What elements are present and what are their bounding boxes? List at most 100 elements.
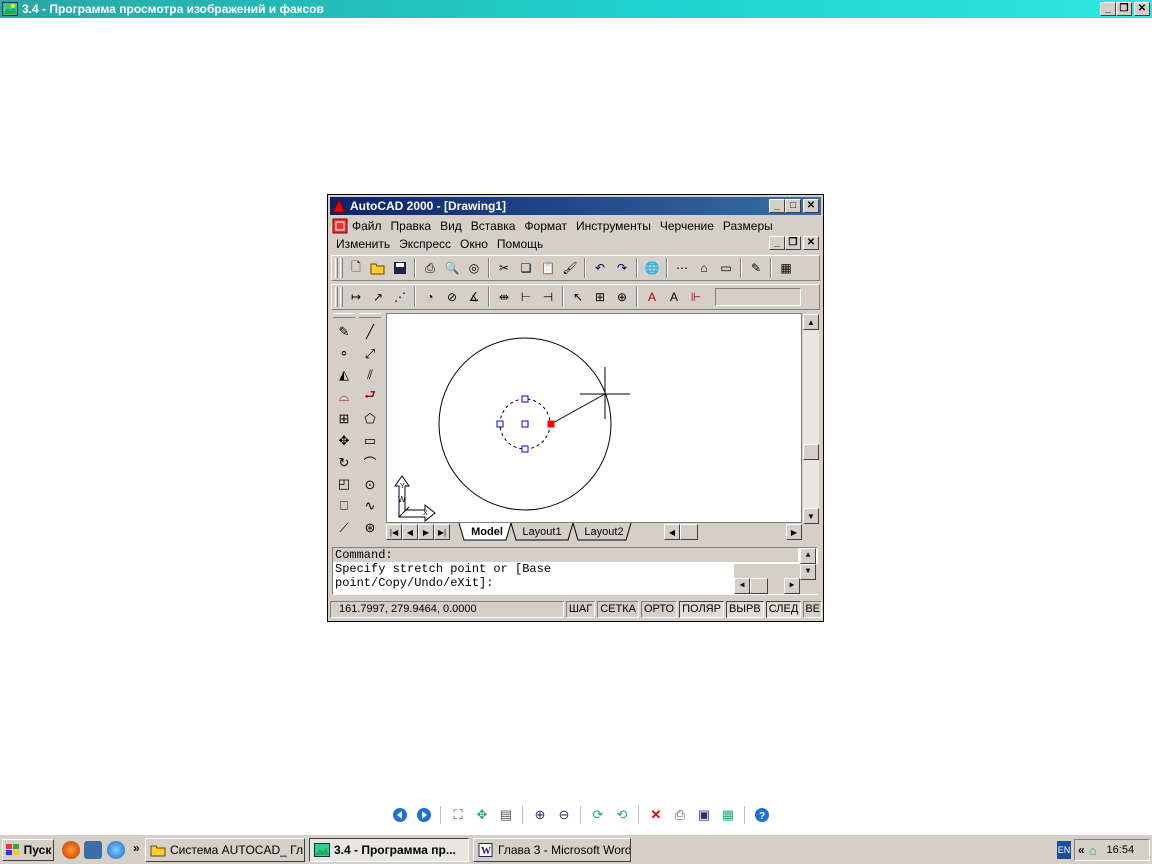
continue-dim-icon[interactable]: ⊣ [537,287,559,307]
prev-image-icon[interactable] [388,804,412,826]
restore-button[interactable]: ❐ [1116,2,1132,16]
cmd-hscroll-thumb[interactable] [750,578,768,594]
dim-edit-icon[interactable]: A [641,287,663,307]
print-preview-icon[interactable]: 🔍 [441,258,463,278]
undo-icon[interactable]: ↶ [589,258,611,278]
acad-minimize-button[interactable]: _ [769,199,785,213]
match-properties-icon[interactable]: 🖌 [559,258,581,278]
help-icon[interactable]: ? [750,804,774,826]
properties-icon[interactable]: ✎ [745,258,767,278]
move-icon[interactable]: ✥ [333,430,355,452]
hscroll-left-button[interactable]: ◀ [664,524,680,540]
save-icon[interactable]: ▣ [692,804,716,826]
doc-restore-button[interactable]: ❐ [785,236,801,250]
radius-dim-icon[interactable]: ◔ [419,287,441,307]
print-icon[interactable]: ⎙ [419,258,441,278]
rectangle-icon[interactable]: ▭ [359,430,381,452]
drawing-canvas[interactable]: Y W X ▲ ▼ [386,313,819,524]
clock[interactable]: 16:54 [1107,844,1135,856]
named-views-icon[interactable]: ⌂ [693,258,715,278]
arc-icon[interactable]: ⌒ [359,452,381,474]
open-icon[interactable] [367,258,389,278]
copy-icon[interactable]: ❏ [515,258,537,278]
line-icon[interactable]: ╱ [359,321,381,343]
grip-center[interactable] [521,420,529,428]
rotate-icon[interactable]: ↻ [333,452,355,474]
tab-layout1[interactable]: Layout1 [514,523,570,540]
delete-icon[interactable]: ✕ [644,804,668,826]
web-icon[interactable]: 🌐 [641,258,663,278]
distance-icon[interactable]: ▭ [715,258,737,278]
ortho-toggle[interactable]: ОРТО [640,600,678,618]
baseline-dim-icon[interactable]: ⊢ [515,287,537,307]
tab-layout2[interactable]: Layout2 [576,523,632,540]
mirror-icon[interactable]: ◭ [333,364,355,386]
tab-model[interactable]: Model [464,523,510,540]
grip-top[interactable] [521,395,529,403]
polyline-icon[interactable]: ⫽ [359,364,381,386]
next-image-icon[interactable] [412,804,436,826]
menu-edit[interactable]: Правка [391,219,432,233]
cmd-scroll-up[interactable]: ▲ [800,548,816,564]
osnap-toggle[interactable]: ВЫРВ [725,600,764,618]
menu-modify[interactable]: Изменить [336,237,390,251]
scroll-up-button[interactable]: ▲ [803,314,819,330]
rotate-ccw-icon[interactable]: ⟲ [610,804,634,826]
quicklaunch-chevron[interactable]: » [133,841,140,855]
menu-dimension[interactable]: Размеры [723,219,773,233]
dim-text-edit-icon[interactable]: A [663,287,685,307]
offset-icon[interactable]: ⌓ [333,386,355,408]
pentagon-icon[interactable]: ⬠ [359,408,381,430]
leader-icon[interactable]: ↖ [567,287,589,307]
task-image-viewer[interactable]: 3.4 - Программа пр... [309,838,469,862]
zoom-out-icon[interactable]: ⊖ [552,804,576,826]
acad-close-button[interactable]: ✕ [803,199,819,213]
scroll-thumb[interactable] [803,444,819,460]
lwt-toggle[interactable]: ВЕ [803,600,822,618]
vertical-scrollbar[interactable]: ▲ ▼ [803,314,819,524]
scroll-down-button[interactable]: ▼ [803,508,819,524]
cmd-hscroll-right[interactable]: ▶ [784,578,800,594]
edit-icon[interactable]: ▦ [716,804,740,826]
close-button[interactable]: ✕ [1134,2,1150,16]
next-tab-button[interactable]: ▶ [418,524,434,540]
rotate-cw-icon[interactable]: ⟳ [586,804,610,826]
menu-express[interactable]: Экспресс [399,237,451,251]
snap-toggle[interactable]: ШАГ [565,600,596,618]
menu-view[interactable]: Вид [440,219,462,233]
polygon-icon[interactable]: ⮐ [359,386,381,408]
first-tab-button[interactable]: |◀ [386,524,402,540]
prev-tab-button[interactable]: ◀ [402,524,418,540]
menu-draw[interactable]: Черчение [660,219,714,233]
cmd-scroll-down[interactable]: ▼ [800,564,816,580]
task-word[interactable]: W Глава 3 - Microsoft Word [473,838,631,862]
grip-hot[interactable] [547,420,555,428]
design-center-icon[interactable]: ▦ [775,258,797,278]
angular-dim-icon[interactable]: ∡ [463,287,485,307]
construction-line-icon[interactable]: ⤢ [359,343,381,365]
linear-dim-icon[interactable]: ↦ [345,287,367,307]
polar-toggle[interactable]: ПОЛЯР [679,600,724,618]
task-autocad-folder[interactable]: Система AUTOCAD_ Гл... [145,838,305,862]
best-fit-icon[interactable]: ⛶ [446,804,470,826]
hscroll-thumb[interactable] [680,524,698,540]
lengthen-icon[interactable]: ⟋ [333,517,355,539]
actual-size-icon[interactable]: ✥ [470,804,494,826]
quick-dim-icon[interactable]: ⇹ [493,287,515,307]
tray-expand-chevron[interactable]: « [1078,843,1085,857]
erase-icon[interactable]: ✎ [333,321,355,343]
spline-icon[interactable]: ∿ [359,495,381,517]
language-indicator[interactable]: EN [1057,841,1071,859]
ordinate-dim-icon[interactable]: ⋰ [389,287,411,307]
otrack-toggle[interactable]: СЛЕД [765,600,802,618]
aligned-dim-icon[interactable]: ↗ [367,287,389,307]
scale-icon[interactable]: ◰ [333,474,355,496]
tolerance-icon[interactable]: ⊞ [589,287,611,307]
array-icon[interactable]: ⊞ [333,408,355,430]
doc-minimize-button[interactable]: _ [769,236,785,250]
quicklaunch-browser-icon[interactable] [62,841,80,859]
grip-bottom[interactable] [521,445,529,453]
publish-icon[interactable]: ◎ [463,258,485,278]
doc-close-button[interactable]: ✕ [803,236,819,250]
diameter-dim-icon[interactable]: ⊘ [441,287,463,307]
